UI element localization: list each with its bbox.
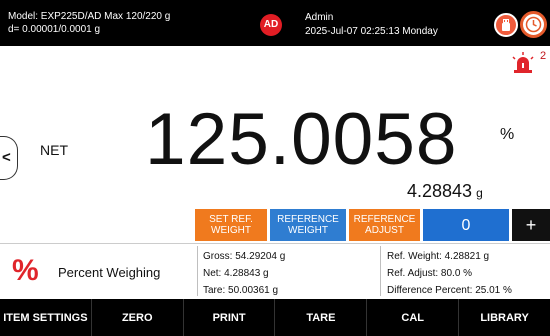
main-unit: %	[500, 126, 515, 143]
net-label: NET	[40, 142, 68, 158]
mode-label: Percent Weighing	[58, 265, 161, 280]
gross-value: Gross: 54.29204 g	[203, 251, 286, 262]
difference-percent-value: Difference Percent: 25.01 %	[387, 285, 512, 296]
usb-icon[interactable]	[494, 13, 518, 37]
alarm-siren-icon[interactable]	[510, 52, 536, 74]
divider	[380, 246, 381, 296]
model-line: Model: EXP225D/AD Max 120/220 g	[8, 11, 171, 22]
secondary-value: 4.28843	[407, 181, 473, 201]
net-value: Net: 4.28843 g	[203, 268, 269, 279]
print-button[interactable]: PRINT	[184, 299, 276, 336]
zero-button[interactable]: ZERO	[92, 299, 184, 336]
item-settings-button[interactable]: ITEM SETTINGS	[0, 299, 92, 336]
divider	[197, 246, 198, 296]
main-reading: 125.0058	[145, 99, 458, 180]
percent-icon: %	[12, 254, 39, 287]
reference-weight-button[interactable]: REFERENCE WEIGHT	[270, 209, 346, 241]
library-button[interactable]: LIBRARY	[459, 299, 550, 336]
counter-value-field[interactable]: 0	[423, 209, 509, 241]
reference-details: Ref. Weight: 4.28821 g Ref. Adjust: 80.0…	[387, 248, 512, 299]
chevron-left-icon: <	[2, 149, 11, 166]
user-avatar-badge[interactable]: AD	[260, 14, 282, 36]
add-button[interactable]: +	[512, 209, 550, 241]
ref-adjust-value: Ref. Adjust: 80.0 %	[387, 268, 473, 279]
weight-details: Gross: 54.29204 g Net: 4.28843 g Tare: 5…	[203, 248, 285, 299]
datetime: 2025-Jul-07 02:25:13 Monday	[305, 26, 438, 37]
cal-button[interactable]: CAL	[367, 299, 460, 336]
status-header: Model: EXP225D/AD Max 120/220 g d= 0.000…	[0, 0, 550, 46]
resolution-line: d= 0.00001/0.0001 g	[8, 24, 101, 35]
set-ref-weight-button[interactable]: SET REF. WEIGHT	[195, 209, 267, 241]
secondary-unit: g	[476, 186, 483, 200]
reference-adjust-button[interactable]: REFERENCE ADJUST	[349, 209, 420, 241]
alarm-count: 2	[540, 50, 547, 62]
previous-screen-button[interactable]: <	[0, 136, 18, 180]
secondary-reading: 4.28843 g	[407, 181, 483, 202]
ref-weight-value: Ref. Weight: 4.28821 g	[387, 251, 490, 262]
tare-button[interactable]: TARE	[275, 299, 368, 336]
user-name: Admin	[305, 12, 334, 23]
user-info: Admin 2025-Jul-07 02:25:13 Monday	[305, 11, 438, 39]
scale-model-info: Model: EXP225D/AD Max 120/220 g d= 0.000…	[8, 10, 170, 36]
clock-icon[interactable]	[520, 11, 547, 38]
bottom-toolbar: ITEM SETTINGS ZERO PRINT TARE CAL LIBRAR…	[0, 299, 550, 336]
tare-value: Tare: 50.00361 g	[203, 285, 279, 296]
